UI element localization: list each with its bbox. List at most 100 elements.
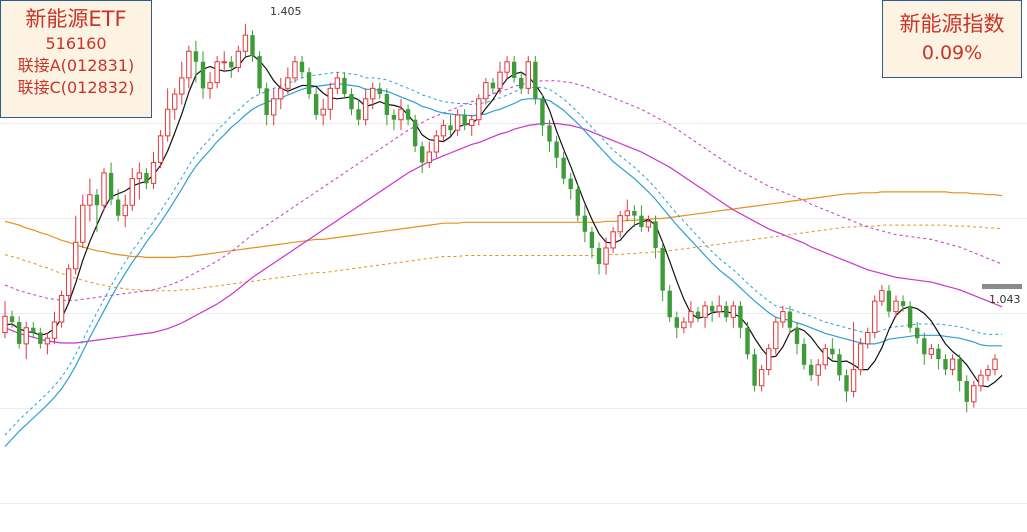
candle-body [730,305,737,318]
link-fund-a: 联接A(012831) [17,56,135,75]
candle-body [554,141,559,158]
candle [454,109,461,136]
candle-body [320,108,326,116]
candle-body [285,77,291,89]
candle [186,45,192,89]
candle-body [653,221,658,248]
candle [101,168,107,211]
candle-body [299,61,305,73]
candle-body [547,125,552,142]
candle-body [525,61,531,89]
candle-body [907,305,913,328]
candle [136,162,143,200]
candle [38,327,43,349]
candle [886,285,892,318]
candle [978,369,984,392]
candle-body [872,300,878,333]
candle-body [709,305,715,312]
candle [31,322,36,339]
candle [971,380,977,408]
ma-long-line [4,80,1003,301]
candle [568,172,573,200]
candle-body [724,305,729,318]
candle [157,130,164,169]
candle [872,295,878,339]
candle [306,67,312,99]
candle-body [801,343,807,365]
candle [235,45,242,73]
candle [589,227,595,259]
candle-body [610,231,616,249]
candle-body [568,178,573,190]
candle-body [186,50,192,79]
candle [815,359,821,386]
candle-body [221,61,227,64]
candle [469,114,475,136]
candle [483,77,489,105]
candle-body [758,369,765,387]
candle [490,77,496,95]
candle [448,114,453,136]
candle [497,61,503,95]
candle-body [900,301,906,306]
candle-body [533,61,538,99]
candle-body [915,327,920,339]
candle [857,338,864,376]
candle [844,369,849,402]
candle-body [412,119,418,147]
candle-body [716,305,722,313]
candle [271,88,277,126]
candle [356,98,361,126]
candle [433,130,440,158]
candle [758,364,765,392]
candle [207,72,213,99]
candle [349,88,354,115]
fund-name: 新能源ETF [25,7,127,31]
candle [65,264,72,302]
candle-body [738,305,743,328]
candle-body [660,247,665,291]
candle [709,301,715,323]
candle-body [172,93,178,110]
candle-body [292,61,298,79]
candle [511,56,517,83]
candle-body [462,114,467,126]
candle-body [362,98,369,121]
candle [780,305,786,328]
candle [915,322,920,344]
candle-body [370,87,376,100]
candle [575,184,580,222]
candle [928,343,935,360]
candle-body [207,82,213,89]
candle-body [822,348,828,366]
candle [264,82,269,126]
last-price-marker [982,284,1022,289]
candle [122,194,128,228]
candle-body [667,290,672,318]
candle [73,215,79,275]
index-change: 0.09% [921,42,983,64]
candle-body [511,61,517,78]
candle-body [349,94,354,110]
candle-body [342,77,347,95]
candle [476,94,482,126]
candle-body [94,194,100,206]
candle [957,354,962,392]
candle [702,301,708,328]
candle-body [879,290,885,302]
candle [738,301,743,339]
candle-body [519,77,524,89]
candle [985,364,991,381]
candle [681,317,687,334]
candle [214,56,220,89]
candle [58,290,65,328]
candle [554,135,559,169]
candle [830,338,835,360]
candle-body [384,94,390,115]
candle-body [837,354,842,376]
candle-body [38,332,43,344]
candle-body [214,61,220,84]
candle-body [985,369,991,376]
candle [420,141,425,173]
candle [462,109,467,131]
